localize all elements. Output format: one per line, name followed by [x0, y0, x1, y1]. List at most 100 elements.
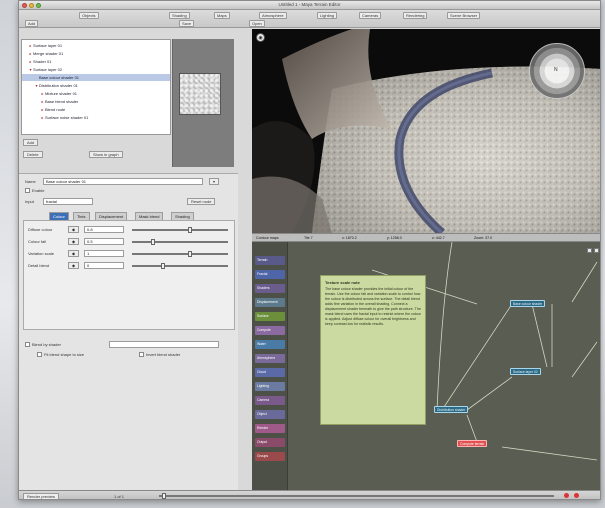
outliner-delete-button[interactable]: Delete [23, 151, 43, 158]
tab-displacement[interactable]: Displacement [95, 212, 128, 220]
enable-checkbox[interactable] [25, 188, 30, 193]
outliner-item-label: Merge shader 01 [33, 51, 64, 56]
show-in-graph-button[interactable]: Show in graph [89, 151, 123, 158]
attribute-panel: Name Base colour shader 01 ▾ Enable Inpu… [19, 173, 238, 499]
invert-blend-label: Invert blend shader [146, 352, 181, 357]
attribute-value-field[interactable]: 0 [84, 262, 124, 269]
outliner-item-label: Surface layer 01 [33, 43, 63, 48]
texture-preview-panel [172, 39, 234, 167]
attribute-label: Diffuse colour [28, 227, 53, 232]
outliner-add-button[interactable]: Add [23, 139, 39, 146]
node-name-field[interactable]: Base colour shader 01 [43, 178, 203, 185]
outliner-item-label: Base blend shader [45, 99, 79, 104]
attribute-slider[interactable] [132, 227, 228, 233]
frame-indicator: 1 of 1 [114, 494, 125, 499]
blend-by-shader-checkbox[interactable] [25, 342, 30, 347]
attribute-slider[interactable] [132, 239, 228, 245]
title-bar: Untitled 1 - Maya Terrain Editor [19, 1, 600, 10]
timeline-knob[interactable] [162, 493, 166, 499]
graph-zoom-in-icon[interactable] [594, 248, 599, 253]
outliner-item-label: Surface noise shader 01 [45, 115, 89, 120]
graph-zoom-out-icon[interactable] [587, 248, 592, 253]
fit-blend-checkbox[interactable] [37, 352, 42, 357]
viewport-info-bar: Contour maps Tile 7 x: 1870.2 y: 1258.0 … [252, 233, 600, 242]
info-contour-maps[interactable]: Contour maps [256, 236, 279, 240]
toolbar-lighting-button[interactable]: Lighting [317, 12, 338, 19]
blend-by-shader-label: Blend by shader [32, 342, 61, 347]
keyframe-icon[interactable]: ◆ [68, 238, 80, 245]
slider-knob[interactable] [188, 227, 192, 233]
graph-note[interactable]: Texture scale note The base colour shade… [320, 275, 426, 425]
main-toolbar: Objects Shading Maps Atmosphere Lighting… [19, 10, 600, 28]
viewport-menu-icon[interactable]: ◉ [256, 33, 265, 42]
toolbar-add-button[interactable]: Add [25, 20, 39, 27]
outliner-item[interactable]: Base colour shader 01 [22, 74, 170, 81]
tab-colour[interactable]: Colour [49, 212, 69, 220]
outliner-item[interactable]: ▸ Mixture shader 01 [22, 90, 170, 97]
graph-node-base-colour[interactable]: Base colour shader [510, 300, 546, 307]
keyframe-icon[interactable]: ◆ [68, 250, 80, 257]
node-graph[interactable]: Terrain Fractal Shaders Displacement Surface… [252, 242, 600, 490]
tab-tints[interactable]: Tints [73, 212, 90, 220]
reset-node-button[interactable]: Reset node [187, 198, 216, 205]
render-viewport[interactable]: N ◉ [252, 29, 600, 233]
keyframe-icon[interactable]: ◆ [68, 262, 80, 269]
outliner-item-label: Shader 01 [33, 59, 52, 64]
outliner-item[interactable]: ▾ Distribution shader 01 [22, 82, 170, 89]
invert-blend-checkbox[interactable] [139, 352, 144, 357]
toolbar-maps-button[interactable]: Maps [214, 12, 230, 19]
slider-knob[interactable] [161, 263, 165, 269]
outliner-item[interactable]: ▸ Base blend shader [22, 98, 170, 105]
graph-node-distribution[interactable]: Distribution shader [434, 406, 469, 413]
toolbar-save-button[interactable]: Save [179, 20, 195, 27]
outliner-item[interactable]: ▸ Blend node [22, 106, 170, 113]
outliner-item-label: Surface layer 02 [33, 67, 63, 72]
note-text: The base colour shader provides the init… [325, 287, 421, 326]
attribute-tabs: Colour Tints Displacement Mask blend Sha… [49, 212, 234, 220]
toolbar-shading-button[interactable]: Shading [169, 12, 190, 19]
note-title: Texture scale note [325, 280, 360, 285]
record-icon[interactable] [564, 493, 569, 498]
toolbar-objects-button[interactable]: Objects [79, 12, 99, 19]
keyframe-icon[interactable]: ◆ [68, 226, 80, 233]
outliner-item-label: Blend node [45, 107, 66, 112]
slider-knob[interactable] [188, 251, 192, 257]
outliner-item[interactable]: ▸ Merge shader 01 [22, 50, 170, 57]
info-tile: Tile 7 [304, 236, 313, 240]
tab-shading[interactable]: Shading [171, 212, 194, 220]
outliner-item-label: Base colour shader 01 [39, 75, 80, 80]
toolbar-open-button[interactable]: Open [249, 20, 265, 27]
stop-icon[interactable] [574, 493, 579, 498]
outliner-item[interactable]: ▸ Surface layer 01 [22, 42, 170, 49]
graph-node-surface-layer[interactable]: Surface layer 02 [510, 368, 541, 375]
toolbar-rendering-button[interactable]: Rendering [403, 12, 428, 19]
graph-node-compute-terrain[interactable]: Compute terrain [457, 440, 488, 447]
toolbar-scene-browser-button[interactable]: Scene Browser [447, 12, 481, 19]
status-bar: Render preview 1 of 1 [19, 490, 600, 499]
toolbar-cameras-button[interactable]: Cameras [359, 12, 382, 19]
attribute-value-field[interactable]: 0.8 [84, 226, 124, 233]
tab-mask-blend[interactable]: Mask blend [135, 212, 164, 220]
toolbar-atmosphere-button[interactable]: Atmosphere [259, 12, 287, 19]
name-label: Name [25, 179, 36, 184]
info-z: z: 442.7 [432, 236, 445, 240]
info-y: y: 1258.0 [387, 236, 402, 240]
input-field[interactable]: fractal [43, 198, 93, 205]
texture-preview-image [179, 73, 221, 115]
attribute-slider[interactable] [132, 251, 228, 257]
outliner-item[interactable]: ▾ Surface layer 02 [22, 66, 170, 73]
attribute-label: Variation scale [28, 251, 54, 256]
tab-content: Diffuse colour ◆ 0.8 Colour fall ◆ 0.5 Variati… [23, 220, 235, 330]
attribute-value-field[interactable]: 1 [84, 250, 124, 257]
info-x: x: 1870.2 [342, 236, 357, 240]
render-preview-button[interactable]: Render preview [23, 493, 60, 499]
blend-shader-field[interactable] [109, 341, 219, 348]
slider-knob[interactable] [151, 239, 155, 245]
attribute-value-field[interactable]: 0.5 [84, 238, 124, 245]
attribute-slider[interactable] [132, 263, 228, 269]
outliner-item[interactable]: ▸ Surface noise shader 01 [22, 114, 170, 121]
name-options-button[interactable]: ▾ [209, 178, 220, 185]
timeline-slider[interactable] [159, 493, 554, 499]
window-title: Untitled 1 - Maya Terrain Editor [278, 2, 341, 7]
outliner-item[interactable]: ▸ Shader 01 [22, 58, 170, 65]
